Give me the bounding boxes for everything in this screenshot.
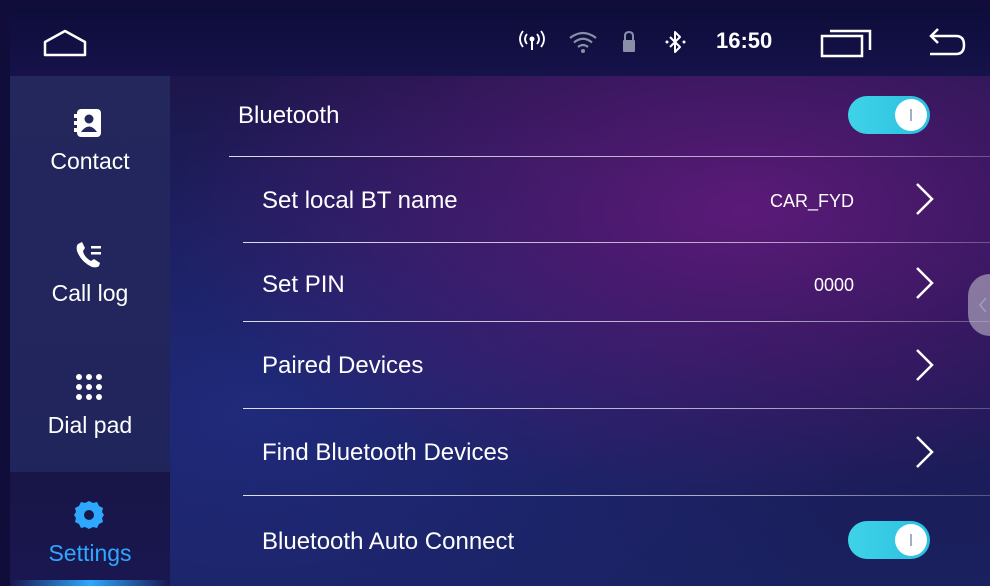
set-pin-row[interactable]: Set PIN 0000 bbox=[170, 243, 990, 321]
set-pin-label: Set PIN bbox=[262, 271, 345, 298]
bluetooth-settings-screen: 16:50 Contact Call log Dial pad Settings… bbox=[10, 8, 990, 586]
toggle-knob bbox=[895, 524, 927, 556]
paired-devices-label: Paired Devices bbox=[262, 352, 424, 379]
paired-devices-row[interactable]: Paired Devices bbox=[170, 322, 990, 408]
chevron-right-icon bbox=[914, 347, 936, 383]
status-time: 16:50 bbox=[716, 28, 773, 53]
recent-apps-icon[interactable] bbox=[820, 28, 874, 63]
bluetooth-auto-connect-label: Bluetooth Auto Connect bbox=[262, 528, 515, 555]
bluetooth-icon bbox=[665, 30, 687, 59]
bluetooth-label: Bluetooth bbox=[238, 102, 340, 129]
sidebar-item-label: Contact bbox=[50, 148, 130, 174]
chevron-left-icon bbox=[979, 297, 987, 313]
sidebar: Contact Call log Dial pad Settings bbox=[10, 76, 170, 586]
sidebar-item-label: Settings bbox=[48, 540, 132, 566]
sidebar-item-contact[interactable]: Contact bbox=[10, 76, 170, 208]
dial-pad-icon bbox=[72, 370, 106, 404]
sidebar-item-call-log[interactable]: Call log bbox=[10, 208, 170, 340]
contact-icon bbox=[72, 106, 106, 140]
find-bluetooth-devices-row[interactable]: Find Bluetooth Devices bbox=[170, 409, 990, 495]
pin-value: 0000 bbox=[813, 275, 854, 295]
gear-icon bbox=[72, 498, 106, 532]
chevron-right-icon bbox=[914, 434, 936, 470]
bluetooth-auto-connect-row[interactable]: Bluetooth Auto Connect bbox=[170, 496, 990, 586]
bt-name-value: CAR_FYD bbox=[769, 191, 854, 211]
call-log-icon bbox=[72, 238, 106, 272]
lock-icon bbox=[622, 30, 636, 59]
chevron-right-icon bbox=[914, 181, 936, 217]
sidebar-item-dial-pad[interactable]: Dial pad bbox=[10, 340, 170, 472]
set-local-bt-name-row[interactable]: Set local BT name CAR_FYD bbox=[170, 157, 990, 242]
sidebar-item-label: Call log bbox=[51, 280, 129, 306]
sidebar-item-label: Dial pad bbox=[47, 412, 133, 438]
bluetooth-row[interactable]: Bluetooth bbox=[170, 76, 990, 156]
chevron-right-icon bbox=[914, 265, 936, 301]
bluetooth-toggle[interactable] bbox=[848, 96, 930, 134]
side-drawer-handle[interactable] bbox=[968, 274, 990, 336]
back-icon[interactable] bbox=[922, 26, 966, 65]
home-icon[interactable] bbox=[42, 28, 88, 63]
status-bar: 16:50 bbox=[10, 8, 990, 76]
sidebar-item-settings[interactable]: Settings bbox=[10, 472, 170, 586]
signal-icon bbox=[518, 30, 546, 57]
find-bluetooth-devices-label: Find Bluetooth Devices bbox=[262, 439, 509, 466]
toggle-knob bbox=[895, 99, 927, 131]
auto-connect-toggle[interactable] bbox=[848, 521, 930, 559]
set-local-bt-name-label: Set local BT name bbox=[262, 187, 458, 214]
wifi-icon bbox=[568, 30, 598, 59]
